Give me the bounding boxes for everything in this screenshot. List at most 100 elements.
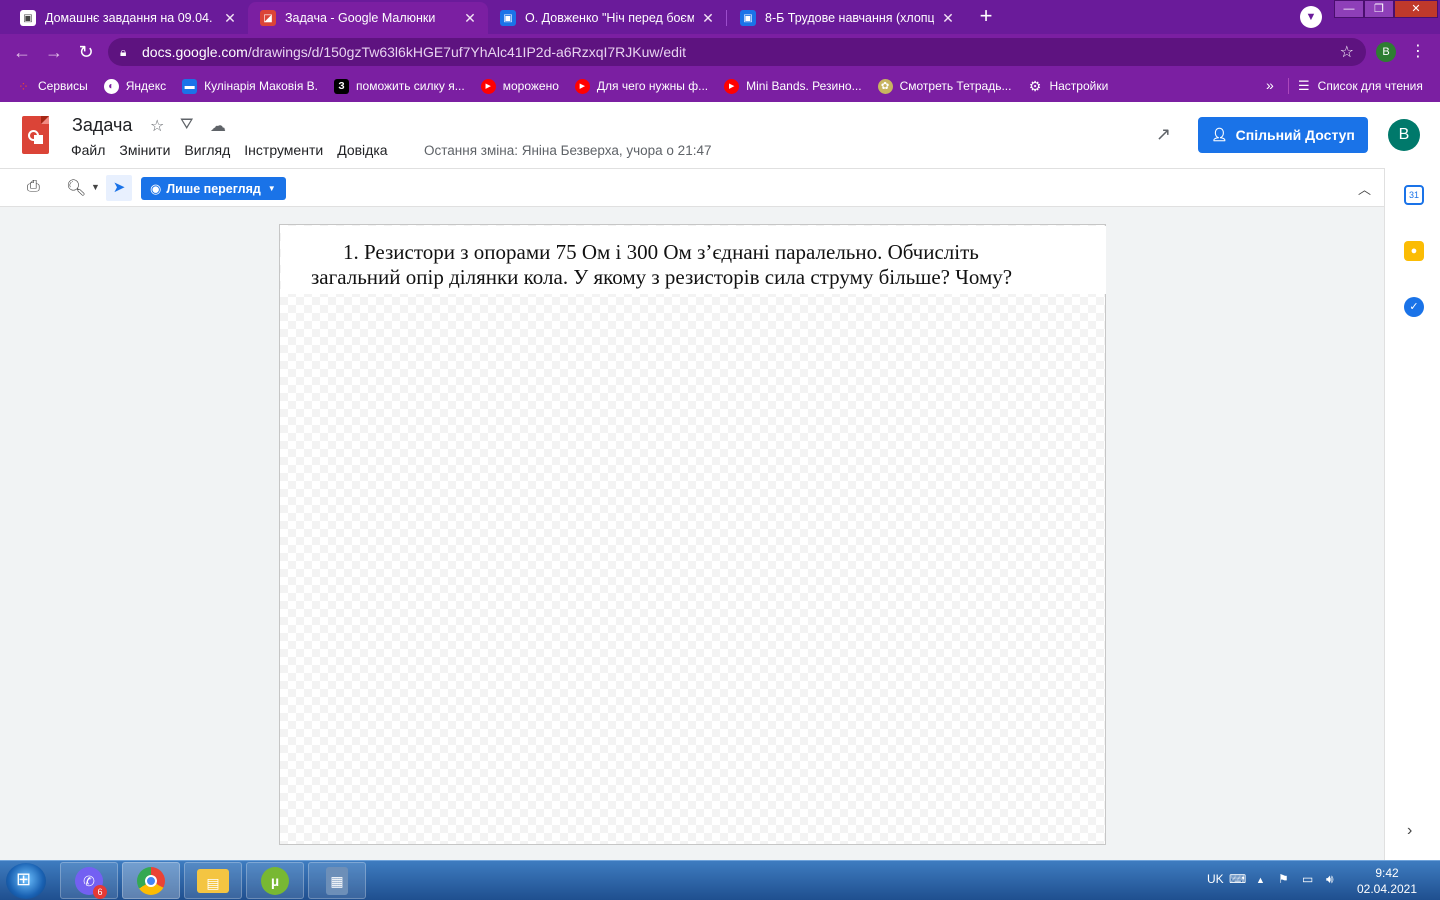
cloud-status-icon[interactable]: ☁ (210, 116, 226, 136)
browser-tab-homework[interactable]: ▣ Домашнє завдання на 09.04. "П ✕ (8, 2, 248, 34)
tetrad-icon: ✿ (877, 78, 893, 94)
taskbar-calculator[interactable]: ▦ (308, 862, 366, 899)
zoom-dropdown-icon[interactable]: ▼ (91, 182, 100, 192)
z-icon: З (334, 78, 350, 94)
folder-icon: ▤ (197, 868, 229, 893)
tab-label: Домашнє завдання на 09.04. "П (45, 11, 216, 25)
calendar-icon[interactable]: 31 (1404, 185, 1424, 205)
menu-help[interactable]: Довідка (337, 142, 387, 158)
keep-icon[interactable]: ● (1404, 241, 1424, 261)
star-icon[interactable]: ☆ (150, 116, 164, 136)
eye-icon: ◉ (150, 180, 162, 196)
close-icon[interactable]: ✕ (940, 10, 956, 27)
move-to-drive-icon[interactable]: ⛛ (180, 116, 193, 134)
bookmarks-bar: ⁘ Сервисы ◐ Яндекс ▬ Кулінарія Маковія В… (0, 70, 1440, 102)
bookmark-tetrad[interactable]: ✿ Смотреть Тетрадь... (877, 78, 1011, 94)
action-center-flag-icon[interactable]: ⚑ (1278, 872, 1289, 886)
bookmark-label: Яндекс (125, 79, 167, 93)
bookmark-z[interactable]: З поможить силку я... (334, 78, 465, 94)
bookmark-label: поможить силку я... (356, 79, 465, 93)
forward-icon[interactable]: → (44, 42, 64, 62)
activity-trend-icon[interactable]: ↗ (1156, 124, 1171, 145)
keyboard-icon[interactable]: ⌨ (1229, 872, 1246, 886)
bookmark-label: морожено (502, 79, 559, 93)
bookmark-dlya-chego[interactable]: ▶ Для чего нужны ф... (574, 78, 709, 94)
tab-search-icon[interactable]: ▼ (1300, 6, 1322, 28)
volume-icon[interactable]: 🔊︎ (1326, 872, 1334, 887)
gear-icon: ⚙ (1028, 77, 1042, 94)
bookmark-yandex[interactable]: ◐ Яндекс (103, 78, 167, 94)
browser-tab-strip: ▣ Домашнє завдання на 09.04. "П ✕ ◪ Зада… (0, 0, 1440, 34)
browser-tab-drawing[interactable]: ◪ Задача - Google Малюнки ✕ (248, 2, 488, 34)
drawings-icon: ◪ (260, 10, 276, 26)
network-icon[interactable]: ▭ (1302, 872, 1313, 886)
bookmark-label: Сервисы (38, 79, 88, 93)
show-side-panel-icon[interactable]: › (1407, 822, 1412, 840)
person-lock-icon: 👤︎ (1211, 127, 1228, 142)
zoom-icon[interactable]: 🔍︎ (66, 178, 86, 198)
bookmark-star-icon[interactable]: ☆ (1340, 42, 1354, 62)
bookmark-services[interactable]: ⁘ Сервисы (16, 79, 88, 94)
drawings-logo-icon[interactable] (22, 116, 49, 154)
taskbar-viber[interactable]: ✆ 6 (60, 862, 118, 899)
chevron-down-icon: ▼ (267, 184, 276, 193)
start-button[interactable] (6, 863, 46, 899)
minimize-button[interactable]: — (1334, 0, 1364, 18)
bookmarks-divider (1288, 78, 1289, 94)
menu-kebab-icon[interactable]: ⋮ (1410, 41, 1426, 61)
bookmark-kulinaria[interactable]: ▬ Кулінарія Маковія В. (182, 78, 318, 94)
chrome-icon (137, 866, 165, 895)
tray-expand-icon[interactable]: ▲ (1256, 875, 1265, 885)
close-icon[interactable]: ✕ (462, 10, 478, 27)
browser-tab-dovzhenko[interactable]: ▣ О. Довженко "Ніч перед боєм" ✕ (488, 2, 726, 34)
last-edit-link[interactable]: Остання зміна: Яніна Безверха, учора о 2… (424, 143, 711, 158)
browser-tab-trudove[interactable]: ▣ 8-Б Трудове навчання (хлопці) ✕ (728, 2, 966, 34)
collapse-menus-icon[interactable]: ︿ (1358, 179, 1371, 198)
menu-view[interactable]: Вигляд (184, 142, 230, 158)
bookmark-morozheno[interactable]: ▶ морожено (480, 78, 559, 94)
clock-date: 02.04.2021 (1356, 882, 1418, 896)
lock-icon: 🔒︎ (120, 44, 127, 59)
more-bookmarks-icon[interactable]: » (1266, 77, 1274, 93)
menu-tools[interactable]: Інструменти (244, 142, 323, 158)
menu-file[interactable]: Файл (71, 142, 105, 158)
bookmark-settings[interactable]: ⚙ Настройки (1027, 77, 1109, 94)
system-clock[interactable]: 9:42 02.04.2021 (1352, 865, 1422, 897)
select-tool-icon[interactable]: ➤ (106, 175, 132, 201)
close-icon[interactable]: ✕ (700, 10, 716, 27)
profile-avatar[interactable]: B (1376, 42, 1396, 62)
clock-time: 9:42 (1375, 866, 1399, 880)
taskbar-utorrent[interactable]: µ (246, 862, 304, 899)
youtube-icon: ▶ (480, 78, 496, 94)
maximize-button[interactable]: ❐ (1364, 0, 1394, 18)
close-window-button[interactable]: ✕ (1394, 0, 1438, 18)
new-tab-button[interactable]: + (972, 5, 1000, 29)
user-avatar[interactable]: B (1388, 119, 1420, 151)
reload-icon[interactable]: ↻ (76, 42, 96, 62)
problem-image: 1. Резистори з опорами 75 Ом і 300 Ом з’… (281, 226, 1106, 294)
menu-edit[interactable]: Змінити (119, 142, 170, 158)
document-title[interactable]: Задача (72, 115, 132, 136)
close-icon[interactable]: ✕ (222, 10, 238, 27)
language-indicator[interactable]: UK (1207, 872, 1224, 886)
apps-grid-icon: ⁘ (18, 78, 29, 94)
share-button[interactable]: 👤︎ Спільний Доступ (1198, 117, 1368, 153)
browser-toolbar: ← → ↻ 🔒︎ docs.google.com/drawings/d/150g… (0, 34, 1440, 70)
taskbar-explorer[interactable]: ▤ (184, 862, 242, 899)
view-only-button[interactable]: ◉ Лише перегляд ▼ (141, 177, 286, 200)
classroom-icon: ▣ (500, 10, 516, 26)
bookmark-label: Настройки (1049, 79, 1109, 93)
classroom-icon: ▬ (182, 78, 198, 94)
back-icon[interactable]: ← (12, 42, 32, 62)
taskbar-chrome[interactable] (122, 862, 180, 899)
reading-list-icon: ☰ (1298, 78, 1310, 93)
tab-divider (726, 10, 727, 26)
bookmark-label: Для чего нужны ф... (596, 79, 709, 93)
print-icon[interactable]: ⎙ (27, 178, 40, 196)
tasks-icon[interactable]: ✓ (1404, 297, 1424, 317)
address-bar[interactable]: 🔒︎ docs.google.com/drawings/d/150gzTw63l… (108, 38, 1366, 66)
reading-list-button[interactable]: ☰ Список для чтения (1298, 70, 1423, 102)
drawing-page[interactable]: 1. Резистори з опорами 75 Ом і 300 Ом з’… (279, 224, 1106, 845)
view-mode-label: Лише перегляд (166, 181, 261, 196)
bookmark-mini-bands[interactable]: ▶ Mini Bands. Резино... (724, 78, 862, 94)
